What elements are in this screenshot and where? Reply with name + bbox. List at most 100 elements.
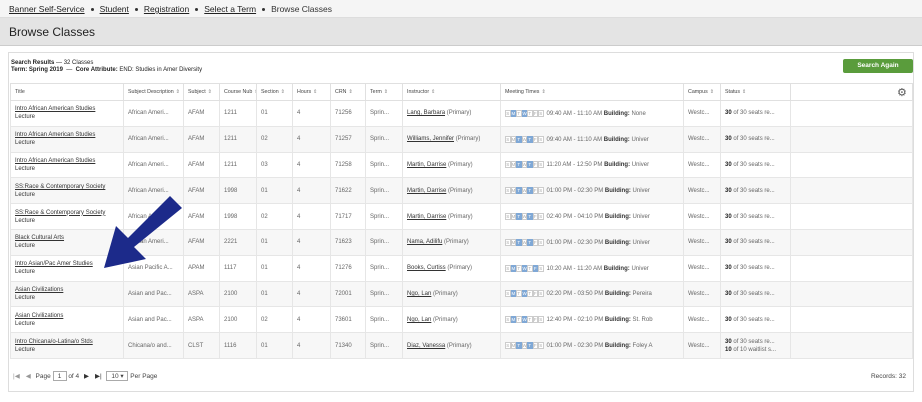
instructor-link[interactable]: Martin, Darrise [407,188,446,194]
breadcrumb-registration-link[interactable]: Registration [144,4,189,14]
instructor-link[interactable]: Diaz, Vanessa [407,343,445,349]
table-row[interactable]: Asian Civilizations Lecture Asian and Pac.… [10,306,913,334]
meeting-times-cell[interactable]: S M T W T F S 10:20 AM - 11:20 AM Building: Uni… [500,254,684,282]
sort-icon[interactable]: ⇕ [541,89,545,95]
column-header[interactable]: Course Nub⇕ [219,83,257,101]
column-header[interactable]: Section ⇕ [256,83,293,101]
course-title-link[interactable]: Intro African American Studies [15,157,123,165]
instructor-cell: Williams, Jennifer (Primary) [402,125,501,153]
instructor-link[interactable]: Williams, Jennifer [407,136,454,142]
meeting-time: 10:20 AM - 11:20 AM [546,265,603,272]
meeting-times-cell[interactable]: S M T W T F S 02:20 PM - 03:50 PM Building: Per… [500,280,684,308]
table-row[interactable]: Intro Asian/Pac Amer Studies Lecture Asian… [10,254,913,282]
breadcrumb-banner-link[interactable]: Banner Self-Service [9,4,85,14]
section-cell: 02 [256,203,293,230]
first-page-icon[interactable]: |◀ [13,373,20,380]
column-header[interactable]: Instructor ⇕ [402,83,501,101]
instructor-link[interactable]: Ngo, Lan [407,291,431,297]
breadcrumb-student-link[interactable]: Student [100,4,129,14]
breadcrumb-separator [195,8,199,12]
course-title-link[interactable]: SS:Race & Contemporary Society [15,209,123,217]
column-header[interactable]: Subject Description ⇕ [123,83,184,101]
section-cell: 01 [256,177,293,205]
term-cell: Sprin... [365,306,403,334]
column-header[interactable]: Hours ⇕ [292,83,331,101]
last-page-icon[interactable]: ▶| [95,373,102,380]
instructor-link[interactable]: Lang, Barbara [407,110,445,116]
column-header[interactable]: Campus ⇕ [683,83,721,101]
course-title-link[interactable]: Intro Chicana/o-Latina/o Stds [15,338,123,346]
column-header-label: Section [261,89,279,95]
search-again-button[interactable]: Search Again [843,59,913,73]
instructor-link[interactable]: Martin, Darrise [407,214,446,220]
meeting-times-cell[interactable]: S M T W T F S 02:40 PM - 04:10 PM Building: Uni… [500,203,684,230]
day-box: S [538,264,544,272]
sort-icon[interactable]: ⇕ [431,89,435,95]
instructor-role: (Primary) [446,110,472,117]
sort-icon[interactable]: ⇕ [742,89,746,95]
breadcrumb-separator [134,8,138,12]
meeting-times-cell[interactable]: S M T W T F S 01:00 PM - 02:30 PM Building: Uni… [500,228,684,256]
course-title-link[interactable]: Intro African American Studies [15,105,123,113]
meeting-time: 02:40 PM - 04:10 PM [546,214,604,221]
per-page-select[interactable]: 10 ▾ [106,371,129,382]
instructor-cell: Martin, Darrise (Primary) [402,203,501,230]
day-box: S [538,213,544,221]
campus-cell: Westc... [683,306,721,334]
gear-icon[interactable]: ⚙ [897,86,907,99]
meeting-times-cell[interactable]: S M T W T F S 09:40 AM - 11:10 AM Building: Non… [500,100,684,127]
weekday-indicator: SMTWTFS [505,238,544,246]
table-row[interactable]: Intro African American Studies Lecture Afr… [10,125,913,153]
table-row[interactable]: SS:Race & Contemporary Society Lecture Afr… [10,177,913,205]
instructor-link[interactable]: Nama, Adilifu [407,239,442,245]
weekday-indicator: SMTWTFS [505,213,544,221]
course-title-link[interactable]: Intro Asian/Pac Amer Studies [15,260,123,268]
table-row[interactable]: Black Cultural Arts Lecture African Ameri.… [10,228,913,256]
prev-page-icon[interactable]: ◀ [26,373,31,380]
schedule-type: Lecture [15,269,36,276]
section-cell: 03 [256,151,293,179]
table-row[interactable]: Asian Civilizations Lecture Asian and Pac.… [10,280,913,308]
column-header[interactable]: Term ⇕ [365,83,403,101]
instructor-link[interactable]: Ngo, Lan [407,317,431,323]
course-title-link[interactable]: Asian Civilizations [15,286,123,294]
subject-description-cell: African Ameri... [123,228,184,256]
sort-icon[interactable]: ⇕ [348,89,352,95]
instructor-link[interactable]: Martin, Darrise [407,162,446,168]
meeting-times-cell[interactable]: S M T W T F S 09:40 AM - 11:10 AM Building: Uni… [500,125,684,153]
course-title-link[interactable]: Black Cultural Arts [15,234,123,242]
campus-cell: Westc... [683,125,721,153]
course-title-link[interactable]: Intro African American Studies [15,131,123,139]
column-header[interactable]: Subject ⇕ [183,83,220,101]
term-cell: Sprin... [365,177,403,205]
table-row[interactable]: Intro Chicana/o-Latina/o Stds Lecture Chic… [10,332,913,359]
column-header-spacer [790,83,913,101]
course-title-link[interactable]: Asian Civilizations [15,312,123,320]
table-row[interactable]: Intro African American Studies Lecture Afr… [10,151,913,179]
sort-icon[interactable]: ⇕ [384,89,388,95]
page-input[interactable]: 1 [52,371,67,382]
meeting-times-cell[interactable]: S M T W T F S 12:40 PM - 02:10 PM Building: St.… [500,306,684,334]
meeting-times-cell[interactable]: S M T W T F S 11:20 AM - 12:50 PM Building: Uni… [500,151,684,179]
sort-icon[interactable]: ⇕ [176,89,180,95]
next-page-icon[interactable]: ▶ [84,373,89,380]
column-header[interactable]: CRN ⇕ [330,83,366,101]
schedule-type: Lecture [15,294,36,301]
column-header[interactable]: Title [10,83,124,101]
table-row[interactable]: SS:Race & Contemporary Society Lecture Afr… [10,203,913,230]
meeting-times-cell[interactable]: S M T W T F S 01:00 PM - 02:30 PM Building: Uni… [500,177,684,205]
table-row[interactable]: Intro African American Studies Lecture Afr… [10,100,913,127]
breadcrumb-select-term-link[interactable]: Select a Term [204,4,256,14]
sort-icon[interactable]: ⇕ [313,89,317,95]
sort-icon[interactable]: ⇕ [281,89,285,95]
sort-icon[interactable]: ⇕ [710,89,714,95]
column-header[interactable]: Meeting Times ⇕ [500,83,684,101]
column-header[interactable]: Status ⇕ [720,83,791,101]
sort-icon[interactable]: ⇕ [208,89,212,95]
instructor-link[interactable]: Books, Curtiss [407,265,446,271]
building-label: Building: [604,162,631,169]
section-cell: 02 [256,125,293,153]
course-title-link[interactable]: SS:Race & Contemporary Society [15,183,123,191]
meeting-times-cell[interactable]: S M T W T F S 01:00 PM - 02:30 PM Building: Fol… [500,332,684,359]
schedule-type: Lecture [15,114,36,121]
